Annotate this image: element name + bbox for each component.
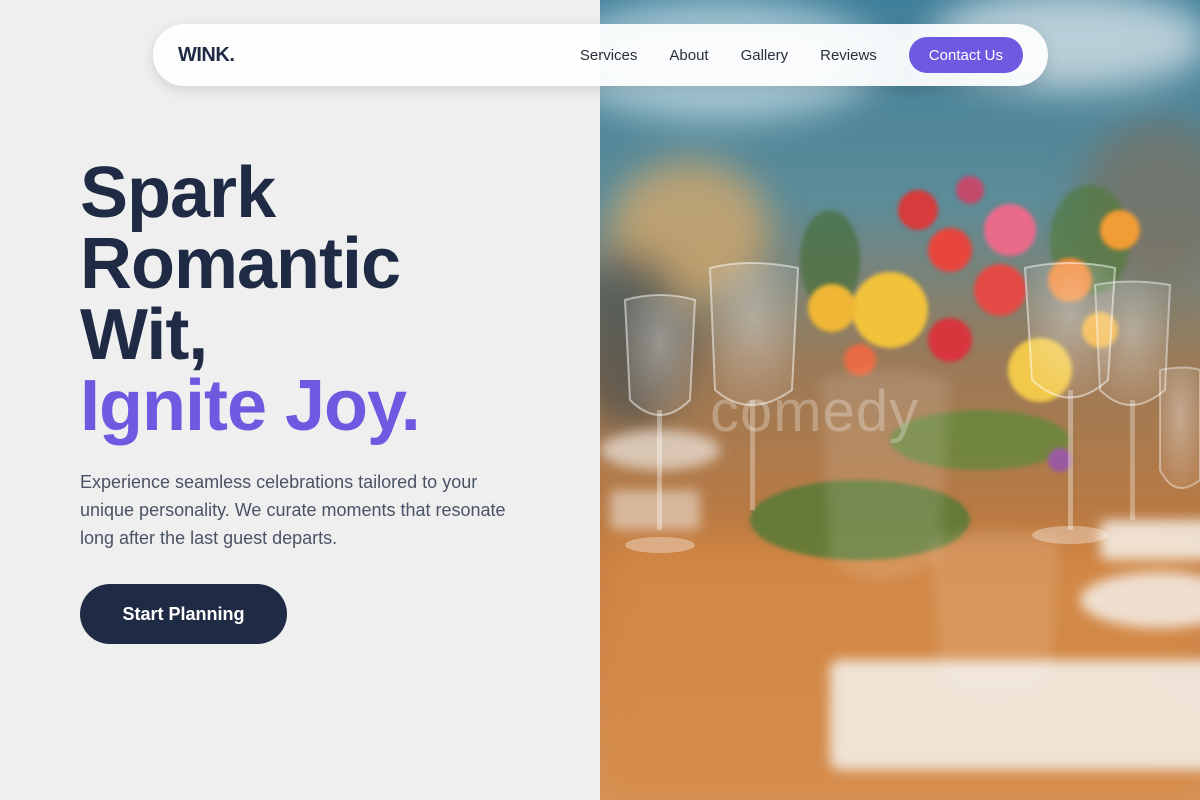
start-planning-button[interactable]: Start Planning (80, 584, 287, 644)
nav-link-reviews[interactable]: Reviews (820, 47, 877, 64)
hero-left-pane: Spark Romantic Wit, Ignite Joy. Experien… (0, 0, 600, 800)
brand-logo[interactable]: WINK. (178, 44, 235, 67)
page: Spark Romantic Wit, Ignite Joy. Experien… (0, 0, 1200, 800)
hero-title-accent: Ignite Joy. (80, 366, 421, 446)
hero-description: Experience seamless celebrations tailore… (80, 472, 506, 548)
hero-title-line: Romantic (80, 224, 401, 304)
hero-photo: comedy (600, 0, 1200, 800)
photo-watermark: comedy (710, 379, 920, 444)
hero-title-line: Wit, (80, 295, 208, 375)
hero-title-line: Spark (80, 153, 276, 233)
top-navbar: WINK. Services About Gallery Reviews Con… (153, 24, 1048, 86)
nav-links: Services About Gallery Reviews Contact U… (580, 37, 1023, 73)
contact-us-button[interactable]: Contact Us (908, 37, 1023, 73)
nav-link-gallery[interactable]: Gallery (741, 47, 789, 64)
nav-link-about[interactable]: About (669, 47, 708, 64)
hero-title: Spark Romantic Wit, Ignite Joy. (80, 153, 421, 446)
nav-link-services[interactable]: Services (580, 47, 638, 64)
